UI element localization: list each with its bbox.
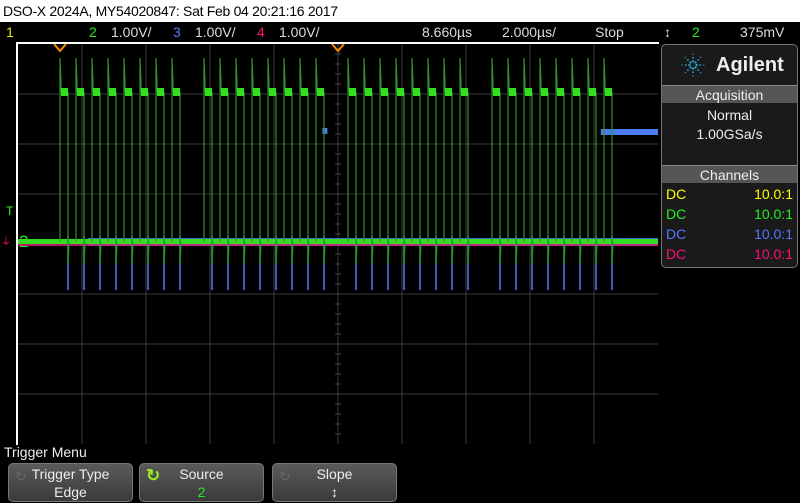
timebase: 2.000µs/ [502, 24, 556, 40]
source-softkey[interactable]: ↻ Source 2 [139, 463, 264, 502]
ch2-pulse-high [301, 88, 308, 96]
trigger-position-marker [53, 44, 67, 53]
ch2-pulse-high [493, 88, 500, 96]
ch3-trace-step [600, 129, 658, 135]
ch2-pulse-high [93, 88, 100, 96]
ch2-pulse-high [221, 88, 228, 96]
softkey-value: 2 [197, 484, 206, 500]
channel-markers: T ⏚ [0, 200, 16, 260]
ch2-pulse-high [157, 88, 164, 96]
ch2-pulse-high [589, 88, 596, 96]
ch2-pulse-high [109, 88, 116, 96]
ch2-pulse-high [237, 88, 244, 96]
agilent-spark-logo-icon [681, 53, 705, 77]
channel-row: DC 10.0:1 [662, 224, 797, 244]
softkey-label: Trigger Type [31, 466, 110, 482]
ch3-scale: 1.00V/ [195, 24, 236, 40]
ch2-pulse-high [541, 88, 548, 96]
ch2-pulse-high [77, 88, 84, 96]
brand-name: Agilent [716, 53, 784, 76]
acquisition-mode: Normal [706, 107, 753, 123]
channel-probe-ratio: 10.0:1 [754, 226, 793, 242]
channels-header[interactable]: Channels [662, 165, 797, 183]
ch2-pulse-high [381, 88, 388, 96]
channel-coupling: DC [666, 186, 687, 202]
ch2-pulse-high [397, 88, 404, 96]
ch2-pulse-high [269, 88, 276, 96]
softkey-value: ↕ [331, 484, 338, 500]
ch2-pulse-high [509, 88, 516, 96]
ch2-pulse-high [317, 88, 324, 96]
ch2-pulse-high [205, 88, 212, 96]
ch2-pulse-high [61, 88, 68, 96]
channel-probe-ratio: 10.0:1 [754, 186, 793, 202]
ch2-trace-baseline [18, 239, 658, 244]
ch3-trace-glitch [322, 128, 328, 134]
channel-coupling: DC [666, 226, 687, 242]
run-state[interactable]: Stop [595, 22, 624, 42]
channel-probe-ratio: 10.0:1 [754, 206, 793, 222]
ch2-pulse-high [461, 88, 468, 96]
ch4-scale: 1.00V/ [279, 24, 320, 40]
ch2-pulse-high [365, 88, 372, 96]
trigger-level-marker[interactable]: T [6, 204, 13, 218]
ch2-pulse-high [573, 88, 580, 96]
rotate-knob-icon: ↻ [15, 468, 27, 484]
ch2-pulse-high [173, 88, 180, 96]
ch2-pulse-high [525, 88, 532, 96]
ch4-trace [18, 244, 658, 246]
channel-coupling: DC [666, 206, 687, 222]
trigger-level: 375mV [740, 24, 785, 40]
ground-icon: ⏚ [1, 237, 11, 248]
ch2-pulse-high [605, 88, 612, 96]
channel-coupling: DC [666, 246, 687, 262]
channel-row: DC 10.0:1 [662, 184, 797, 204]
channel-row: DC 10.0:1 [662, 204, 797, 224]
rotate-knob-icon: ↻ [279, 468, 291, 484]
trigger-slope-icon: ↕ [664, 24, 671, 40]
ch2-pulse-high [253, 88, 260, 96]
horizontal-delay: 8.660µs [422, 24, 473, 40]
acquisition-header[interactable]: Acquisition [662, 85, 797, 103]
ch2-pulse-high [557, 88, 564, 96]
rotate-knob-icon: ↻ [146, 466, 161, 485]
trigger-type-softkey[interactable]: ↻ Trigger Type Edge [8, 463, 133, 502]
ch2-pulse-high [349, 88, 356, 96]
ch2-pulse-high [141, 88, 148, 96]
ch1-label[interactable]: 1 [6, 22, 14, 42]
sample-rate: 1.00GSa/s [696, 126, 763, 142]
slope-softkey[interactable]: ↻ Slope ↕ [272, 463, 397, 502]
ch2-pulse-high [125, 88, 132, 96]
ch2-pulse-high [413, 88, 420, 96]
softkey-label: Slope [316, 466, 353, 482]
ch4-label[interactable]: 4 [257, 22, 265, 42]
softkey-value: Edge [54, 484, 87, 500]
channel-row: DC 10.0:1 [662, 244, 797, 264]
window-title: DSO-X 2024A, MY54020847: Sat Feb 04 20:2… [0, 0, 800, 22]
waveform-display[interactable] [16, 42, 659, 445]
ch2-pulse-high [445, 88, 452, 96]
waveform-graticule [18, 44, 658, 444]
trigger-source: 2 [692, 24, 700, 40]
info-panel: Agilent Acquisition Normal 1.00GSa/s Cha… [661, 44, 798, 268]
ch2-pulse-high [285, 88, 292, 96]
menu-title: Trigger Menu [4, 444, 87, 460]
ch2-label[interactable]: 2 [89, 22, 97, 42]
ch2-scale: 1.00V/ [111, 24, 152, 40]
ch2-pulse-high [429, 88, 436, 96]
ch3-label[interactable]: 3 [173, 22, 181, 42]
status-bar: 1 2 1.00V/ 3 1.00V/ 4 1.00V/ 8.660µs 2.0… [0, 22, 800, 42]
channel-probe-ratio: 10.0:1 [754, 246, 793, 262]
